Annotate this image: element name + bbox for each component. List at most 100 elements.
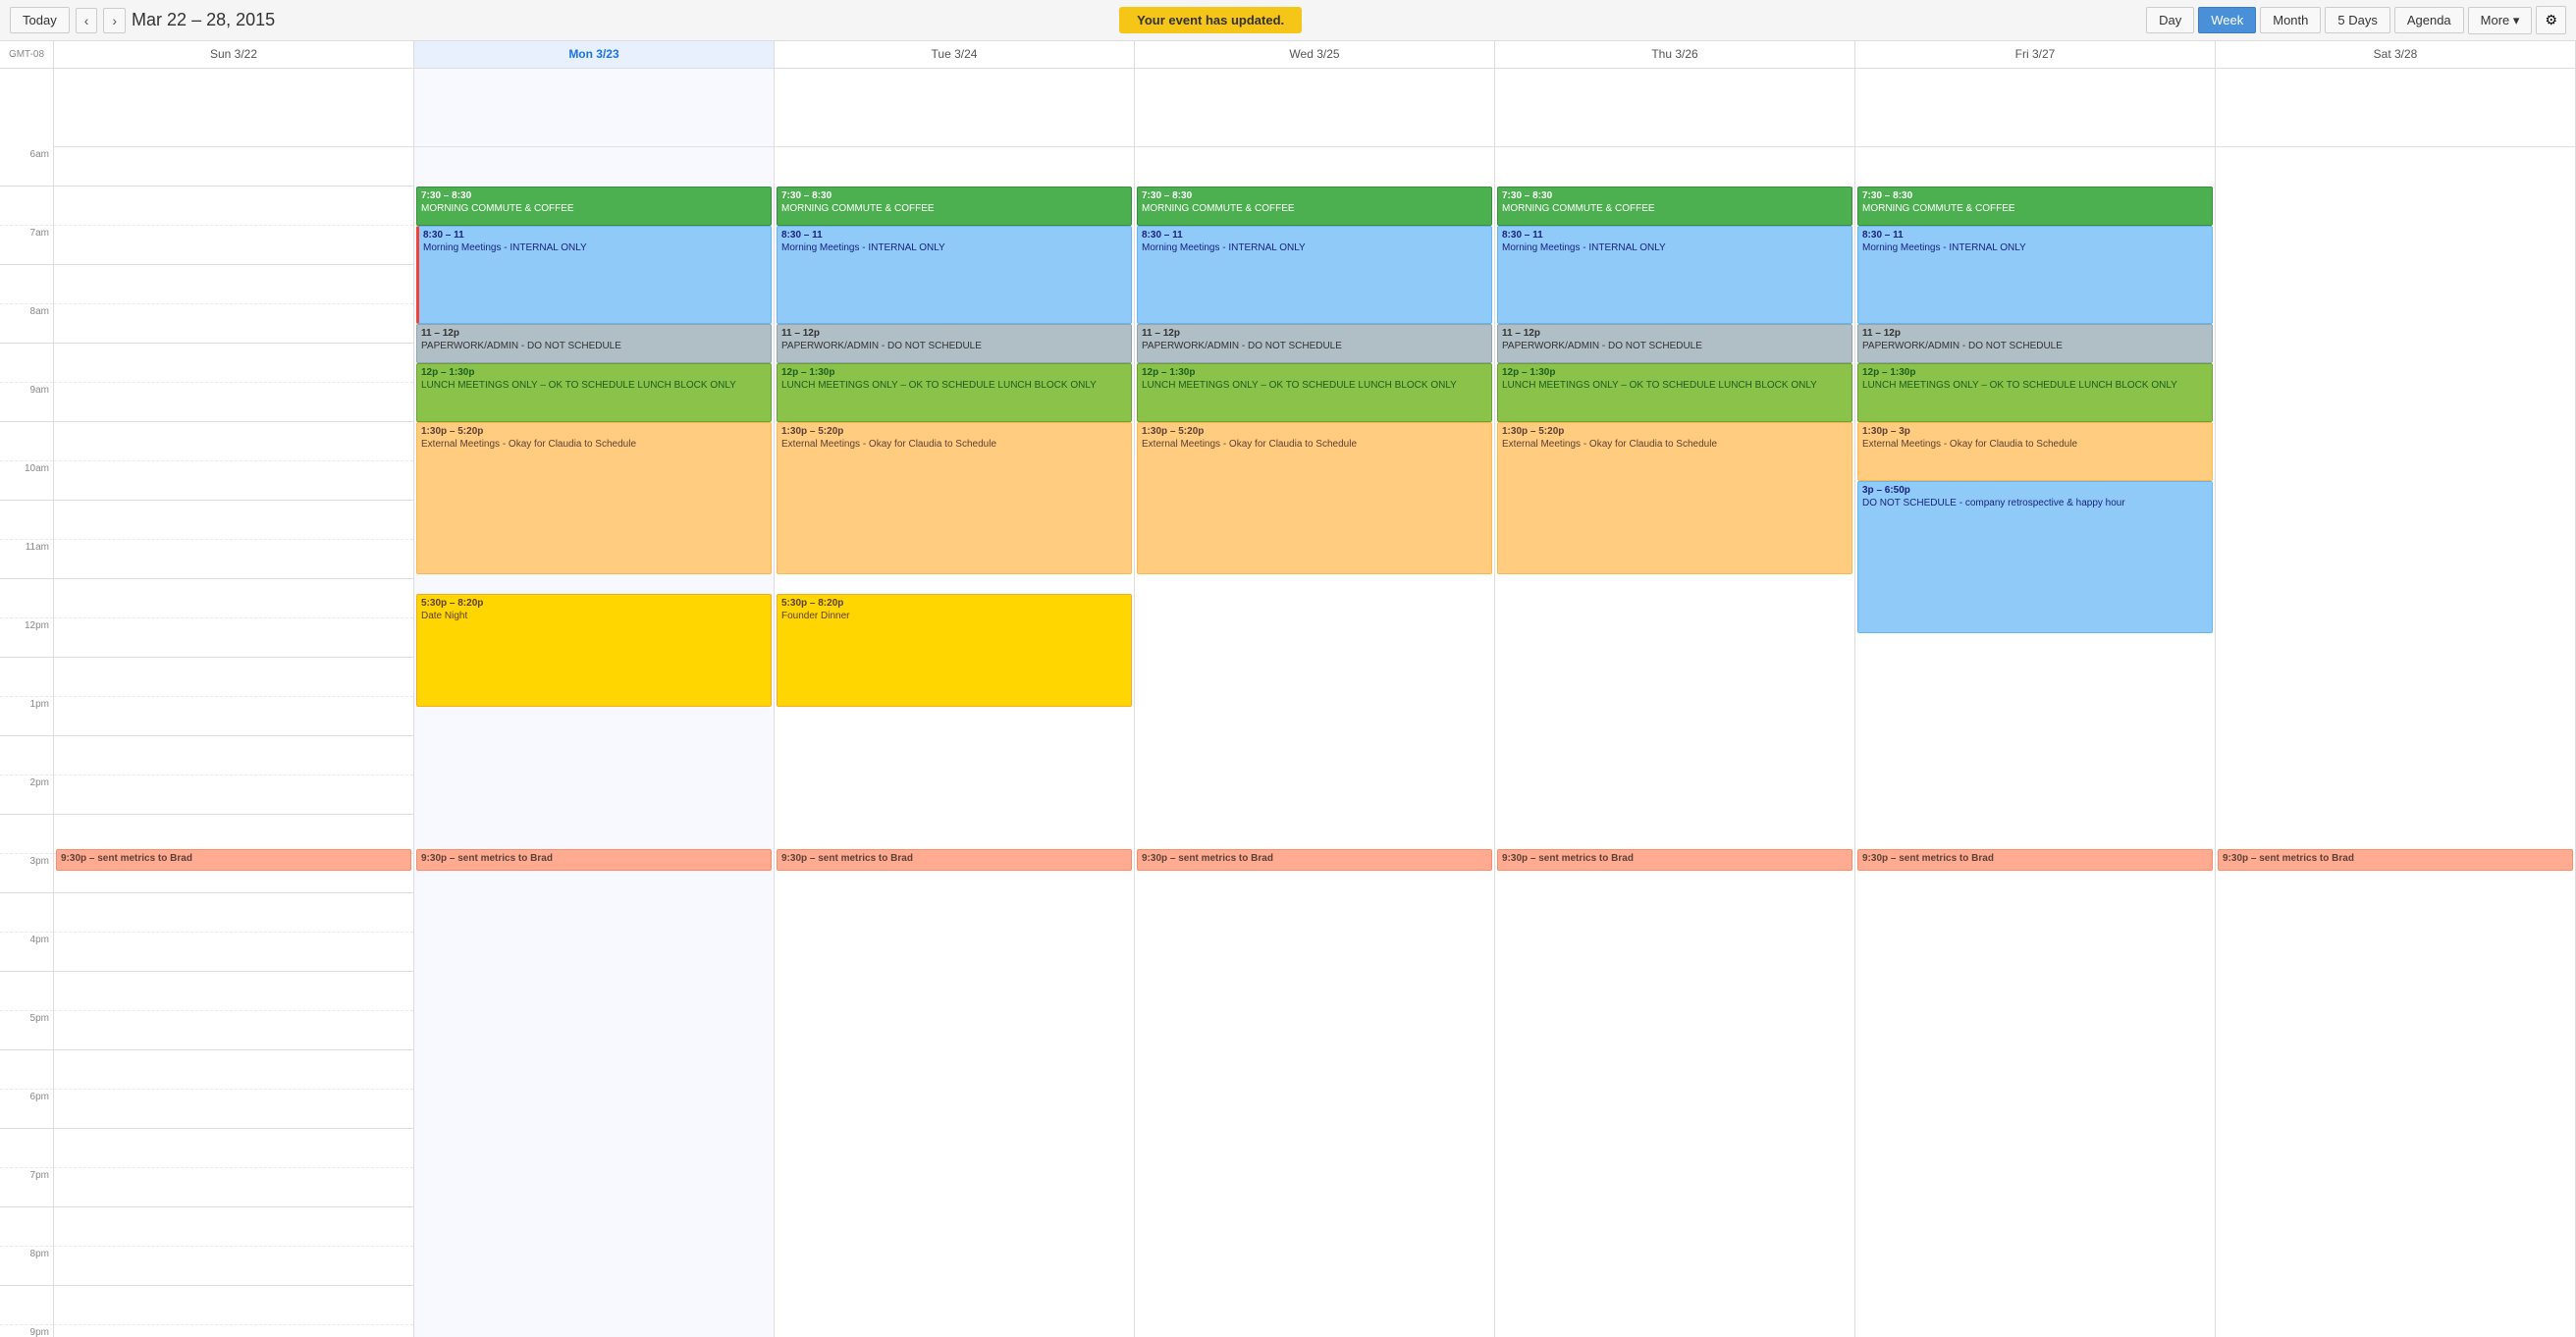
time-330	[0, 893, 53, 933]
days-grid: 9:30p – sent metrics to Brad 7:30 – 8:30…	[54, 69, 2576, 1337]
time-8pm: 8pm	[0, 1247, 53, 1286]
event-mon-external[interactable]: 1:30p – 5:20p External Meetings - Okay f…	[416, 422, 772, 574]
time-8am: 8am	[0, 304, 53, 344]
event-wed-lunch[interactable]: 12p – 1:30p LUNCH MEETINGS ONLY – OK TO …	[1137, 363, 1492, 422]
event-sat-metrics[interactable]: 9:30p – sent metrics to Brad	[2218, 849, 2573, 871]
time-5pm: 5pm	[0, 1011, 53, 1050]
day-column-wed: 7:30 – 8:30 MORNING COMMUTE & COFFEE 8:3…	[1135, 69, 1495, 1337]
event-fri-lunch[interactable]: 12p – 1:30p LUNCH MEETINGS ONLY – OK TO …	[1857, 363, 2213, 422]
time-7am: 7am	[0, 226, 53, 265]
next-button[interactable]: ›	[103, 8, 126, 33]
toast-area: Your event has updated.	[275, 7, 2146, 33]
time-9am: 9am	[0, 383, 53, 422]
toast-message: Your event has updated.	[1119, 7, 1302, 33]
time-12pm: 12pm	[0, 618, 53, 658]
time-6am: 6am	[0, 147, 53, 187]
event-tue-lunch[interactable]: 12p – 1:30p LUNCH MEETINGS ONLY – OK TO …	[777, 363, 1132, 422]
day-header-row: GMT-08 Sun 3/22 Mon 3/23 Tue 3/24 Wed 3/…	[0, 41, 2576, 69]
day-header-mon: Mon 3/23	[414, 41, 775, 68]
time-gutter: 6am 7am 8am 9am 10am 11am 12pm 1pm 2pm 3…	[0, 69, 54, 1337]
prev-button[interactable]: ‹	[76, 8, 98, 33]
view-agenda-button[interactable]: Agenda	[2394, 7, 2464, 33]
time-1130	[0, 579, 53, 618]
event-wed-meetings[interactable]: 8:30 – 11 Morning Meetings - INTERNAL ON…	[1137, 226, 1492, 324]
event-wed-paperwork[interactable]: 11 – 12p PAPERWORK/ADMIN - DO NOT SCHEDU…	[1137, 324, 1492, 363]
day-header-fri: Fri 3/27	[1855, 41, 2216, 68]
event-fri-paperwork[interactable]: 11 – 12p PAPERWORK/ADMIN - DO NOT SCHEDU…	[1857, 324, 2213, 363]
time-630pm	[0, 1129, 53, 1168]
event-tue-external[interactable]: 1:30p – 5:20p External Meetings - Okay f…	[777, 422, 1132, 574]
time-930	[0, 422, 53, 461]
top-bar: Today ‹ › Mar 22 – 28, 2015 Your event h…	[0, 0, 2576, 41]
day-header-thu: Thu 3/26	[1495, 41, 1855, 68]
event-thu-lunch[interactable]: 12p – 1:30p LUNCH MEETINGS ONLY – OK TO …	[1497, 363, 1852, 422]
event-thu-paperwork[interactable]: 11 – 12p PAPERWORK/ADMIN - DO NOT SCHEDU…	[1497, 324, 1852, 363]
view-week-button[interactable]: Week	[2198, 7, 2256, 33]
sun-bg	[54, 147, 413, 1337]
event-thu-meetings[interactable]: 8:30 – 11 Morning Meetings - INTERNAL ON…	[1497, 226, 1852, 324]
event-sun-metrics[interactable]: 9:30p – sent metrics to Brad	[56, 849, 411, 871]
event-tue-metrics[interactable]: 9:30p – sent metrics to Brad	[777, 849, 1132, 871]
view-month-button[interactable]: Month	[2260, 7, 2321, 33]
view-day-button[interactable]: Day	[2146, 7, 2194, 33]
time-230	[0, 815, 53, 854]
time-3pm: 3pm	[0, 854, 53, 893]
time-630	[0, 187, 53, 226]
view-5days-button[interactable]: 5 Days	[2325, 7, 2389, 33]
event-thu-commute[interactable]: 7:30 – 8:30 MORNING COMMUTE & COFFEE	[1497, 187, 1852, 226]
event-thu-metrics[interactable]: 9:30p – sent metrics to Brad	[1497, 849, 1852, 871]
day-column-tue: 7:30 – 8:30 MORNING COMMUTE & COFFEE 8:3…	[775, 69, 1135, 1337]
calendar-container: GMT-08 Sun 3/22 Mon 3/23 Tue 3/24 Wed 3/…	[0, 41, 2576, 1337]
view-more-button[interactable]: More ▾	[2468, 7, 2533, 34]
event-mon-commute[interactable]: 7:30 – 8:30 MORNING COMMUTE & COFFEE	[416, 187, 772, 226]
event-fri-external[interactable]: 1:30p – 3p External Meetings - Okay for …	[1857, 422, 2213, 481]
event-tue-commute[interactable]: 7:30 – 8:30 MORNING COMMUTE & COFFEE	[777, 187, 1132, 226]
gmt-label: GMT-08	[0, 41, 54, 68]
day-column-sat: 9:30p – sent metrics to Brad	[2216, 69, 2576, 1337]
event-tue-paperwork[interactable]: 11 – 12p PAPERWORK/ADMIN - DO NOT SCHEDU…	[777, 324, 1132, 363]
view-controls: Day Week Month 5 Days Agenda More ▾ ⚙	[2146, 6, 2566, 34]
time-10am: 10am	[0, 461, 53, 501]
nav-controls: Today ‹ › Mar 22 – 28, 2015	[10, 7, 275, 33]
time-830pm	[0, 1286, 53, 1325]
event-mon-metrics[interactable]: 9:30p – sent metrics to Brad	[416, 849, 772, 871]
day-header-tue: Tue 3/24	[775, 41, 1135, 68]
event-tue-meetings[interactable]: 8:30 – 11 Morning Meetings - INTERNAL ON…	[777, 226, 1132, 324]
event-tue-founder[interactable]: 5:30p – 8:20p Founder Dinner	[777, 594, 1132, 707]
day-column-mon: 7:30 – 8:30 MORNING COMMUTE & COFFEE 8:3…	[414, 69, 775, 1337]
time-130	[0, 736, 53, 775]
day-column-fri: 7:30 – 8:30 MORNING COMMUTE & COFFEE 8:3…	[1855, 69, 2216, 1337]
event-wed-commute[interactable]: 7:30 – 8:30 MORNING COMMUTE & COFFEE	[1137, 187, 1492, 226]
day-header-sat: Sat 3/28	[2216, 41, 2576, 68]
event-mon-date[interactable]: 5:30p – 8:20p Date Night	[416, 594, 772, 707]
time-1030	[0, 501, 53, 540]
event-wed-metrics[interactable]: 9:30p – sent metrics to Brad	[1137, 849, 1492, 871]
event-fri-commute[interactable]: 7:30 – 8:30 MORNING COMMUTE & COFFEE	[1857, 187, 2213, 226]
calendar-body: 6am 7am 8am 9am 10am 11am 12pm 1pm 2pm 3…	[0, 69, 2576, 1337]
time-1pm: 1pm	[0, 697, 53, 736]
time-530	[0, 1050, 53, 1090]
event-mon-paperwork[interactable]: 11 – 12p PAPERWORK/ADMIN - DO NOT SCHEDU…	[416, 324, 772, 363]
event-wed-external[interactable]: 1:30p – 5:20p External Meetings - Okay f…	[1137, 422, 1492, 574]
time-430	[0, 972, 53, 1011]
time-6pm: 6pm	[0, 1090, 53, 1129]
today-button[interactable]: Today	[10, 7, 70, 33]
event-fri-metrics[interactable]: 9:30p – sent metrics to Brad	[1857, 849, 2213, 871]
day-header-sun: Sun 3/22	[54, 41, 414, 68]
time-9pm: 9pm	[0, 1325, 53, 1337]
event-fri-meetings[interactable]: 8:30 – 11 Morning Meetings - INTERNAL ON…	[1857, 226, 2213, 324]
time-730	[0, 265, 53, 304]
time-11am: 11am	[0, 540, 53, 579]
time-2pm: 2pm	[0, 775, 53, 815]
time-1230	[0, 658, 53, 697]
event-fri-retro[interactable]: 3p – 6:50p DO NOT SCHEDULE - company ret…	[1857, 481, 2213, 633]
event-mon-meetings[interactable]: 8:30 – 11 Morning Meetings - INTERNAL ON…	[416, 226, 772, 324]
event-thu-external[interactable]: 1:30p – 5:20p External Meetings - Okay f…	[1497, 422, 1852, 574]
event-mon-lunch[interactable]: 12p – 1:30p LUNCH MEETINGS ONLY – OK TO …	[416, 363, 772, 422]
time-830	[0, 344, 53, 383]
day-column-sun: 9:30p – sent metrics to Brad	[54, 69, 414, 1337]
settings-button[interactable]: ⚙	[2536, 6, 2566, 34]
time-4pm: 4pm	[0, 933, 53, 972]
time-730pm	[0, 1207, 53, 1247]
time-7pm: 7pm	[0, 1168, 53, 1207]
